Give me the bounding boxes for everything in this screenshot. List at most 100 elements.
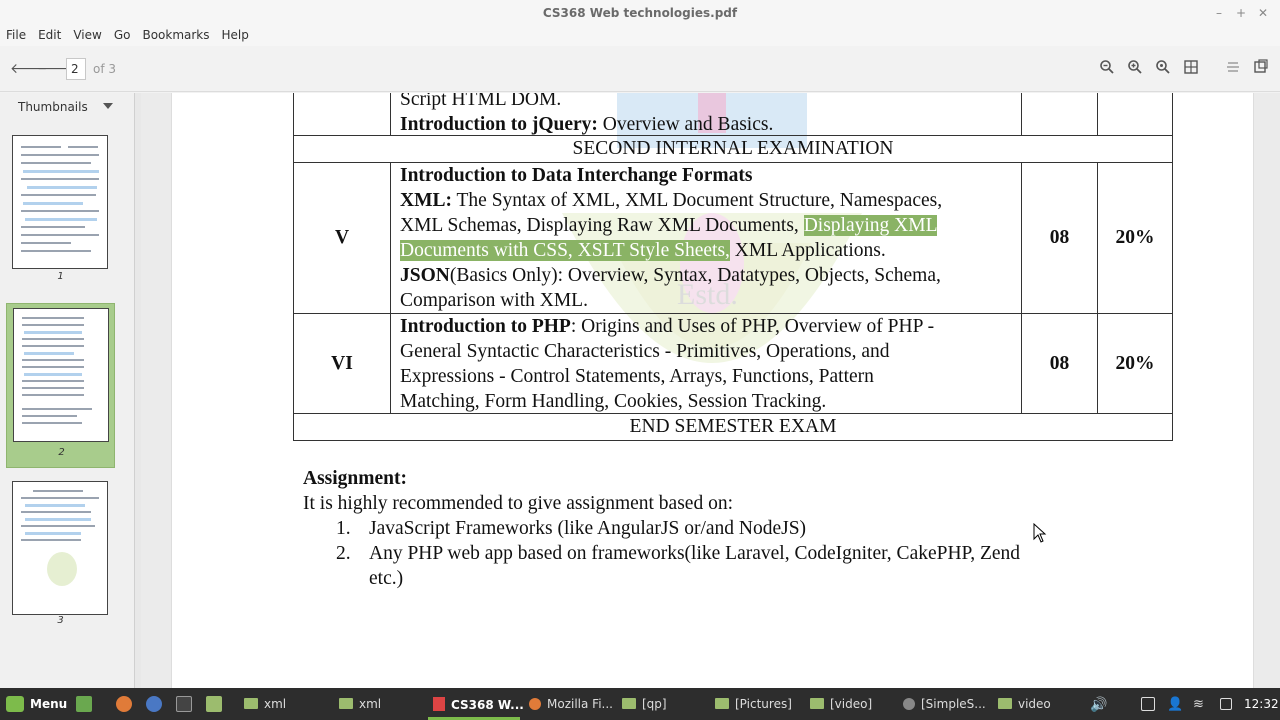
menu-bookmarks[interactable]: Bookmarks — [136, 26, 215, 42]
module-vi-percent: 20% — [1115, 353, 1155, 374]
second-internal-label: SECOND INTERNAL EXAMINATION — [572, 138, 894, 159]
module-v-number: V — [334, 227, 350, 248]
jquery-heading: Introduction to jQuery: — [400, 114, 598, 135]
menu-go[interactable]: Go — [108, 26, 137, 42]
fit-width-icon[interactable] — [1223, 59, 1243, 79]
terminal-icon[interactable] — [176, 696, 192, 712]
folder-icon — [715, 698, 729, 709]
thumbnail-item-1[interactable]: 1 — [6, 130, 115, 290]
minimize-icon[interactable]: – — [1210, 4, 1228, 22]
task-label: CS368 W... — [451, 698, 524, 712]
zoom-in-icon[interactable] — [1125, 59, 1145, 79]
back-arrow-icon[interactable]: 🡐 — [10, 59, 48, 79]
task-label: xml — [264, 697, 287, 711]
zoom-out-icon[interactable] — [1097, 59, 1117, 79]
toolbar: 🡐 🡒 2 of 3 — [0, 46, 1280, 92]
zoom-fit-icon[interactable] — [1153, 59, 1173, 79]
thumbnail-page-1[interactable] — [12, 135, 108, 269]
start-menu-button[interactable]: Menu — [30, 697, 67, 711]
dual-page-icon[interactable] — [1251, 59, 1271, 79]
assignment-item-1: JavaScript Frameworks (like AngularJS or… — [369, 518, 807, 539]
assignment-item-1-num: 1. — [336, 518, 351, 539]
menu-help[interactable]: Help — [216, 26, 255, 42]
jquery-line: Introduction to jQuery: Overview and Bas… — [400, 112, 773, 137]
chevron-down-icon[interactable] — [103, 103, 113, 109]
show-desktop-icon[interactable] — [76, 696, 92, 712]
xml-line-3: Documents with CSS, XSLT Style Sheets, X… — [400, 238, 886, 263]
thumbnail-item-2[interactable]: 2 — [6, 303, 115, 468]
grid-view-icon[interactable] — [1181, 59, 1201, 79]
task-simplescreenrecorder[interactable]: [SimpleS... — [903, 697, 986, 711]
maximize-icon[interactable]: + — [1232, 4, 1250, 22]
thumbnail-page-3[interactable] — [12, 481, 108, 615]
thumbnail-item-3[interactable]: 3 — [6, 476, 115, 636]
chrome-icon[interactable] — [146, 696, 162, 712]
task-video-1[interactable]: [video] — [810, 697, 872, 711]
pdf-page: Estd. Script HTML DOM. Introduction to j… — [171, 93, 1254, 688]
php-line-2: General Syntactic Characteristics - Prim… — [400, 341, 890, 362]
xml-label: XML: — [400, 190, 452, 211]
document-viewer[interactable]: Estd. Script HTML DOM. Introduction to j… — [141, 93, 1280, 688]
folder-icon — [339, 698, 353, 709]
folder-icon — [810, 698, 824, 709]
close-icon[interactable]: ✕ — [1254, 4, 1272, 22]
json-text-1: (Basics Only): Overview, Syntax, Datatyp… — [449, 265, 941, 286]
module-v-hours: 08 — [1049, 227, 1070, 248]
thumbnail-label-2: 2 — [58, 447, 65, 458]
battery-icon[interactable] — [1220, 698, 1232, 710]
mint-logo-icon[interactable] — [6, 696, 24, 712]
end-semester-label: END SEMESTER EXAM — [629, 416, 837, 437]
forward-arrow-icon[interactable]: 🡒 — [37, 59, 75, 79]
firefox-icon — [529, 698, 541, 710]
json-line-2: Comparison with XML. — [400, 290, 588, 311]
task-label: [video] — [830, 697, 873, 711]
mouse-cursor-icon — [1033, 523, 1047, 543]
files-icon[interactable] — [206, 696, 222, 712]
json-label: JSON — [400, 265, 450, 286]
assignment-item-2-num: 2. — [336, 543, 351, 564]
firefox-icon[interactable] — [116, 696, 132, 712]
module-v-heading: Introduction to Data Interchange Formats — [400, 165, 753, 186]
module-vi-hours: 08 — [1049, 353, 1070, 374]
xml-text-2: XML Schemas, Displaying Raw XML Document… — [400, 215, 804, 236]
assignment-item-2-cont: etc.) — [369, 568, 404, 589]
task-qp[interactable]: [qp] — [622, 697, 667, 711]
xml-line-2: XML Schemas, Displaying Raw XML Document… — [400, 213, 938, 238]
task-pictures[interactable]: [Pictures] — [715, 697, 792, 711]
menu-file[interactable]: File — [0, 26, 32, 42]
php-line-3: Expressions - Control Statements, Arrays… — [400, 366, 874, 387]
task-label: [SimpleS... — [921, 697, 986, 711]
sidebar-mode-select[interactable]: Thumbnails — [18, 100, 88, 114]
json-line-1: JSON(Basics Only): Overview, Syntax, Dat… — [400, 263, 941, 288]
folder-icon — [244, 698, 258, 709]
thumbnail-label-3: 3 — [57, 615, 64, 626]
task-xml-1[interactable]: xml — [244, 697, 286, 711]
page-number-input[interactable]: 2 — [66, 58, 86, 80]
menu-view[interactable]: View — [67, 26, 107, 42]
keyboard-icon[interactable] — [1141, 697, 1155, 711]
php-label: Introduction to PHP — [400, 316, 571, 337]
taskbar: Menu xml xml CS368 W... Mozilla Fi... [q… — [0, 688, 1280, 720]
pdf-icon — [433, 697, 445, 711]
task-label: [qp] — [642, 697, 667, 711]
task-video-2[interactable]: video — [998, 697, 1051, 711]
wifi-icon[interactable]: ≋ — [1193, 697, 1204, 712]
task-pdf-viewer[interactable]: CS368 W... — [433, 697, 524, 712]
xml-text-3: XML Applications. — [729, 240, 886, 261]
module-vi-number: VI — [331, 353, 353, 374]
thumbnail-sidebar: Thumbnails 1 2 3 — [0, 93, 135, 688]
task-label: xml — [359, 697, 382, 711]
user-icon[interactable]: 👤 — [1167, 697, 1183, 712]
assignment-item-2: Any PHP web app based on frameworks(like… — [369, 543, 1021, 564]
assignment-heading: Assignment: — [303, 468, 408, 489]
task-label: Mozilla Fi... — [547, 697, 613, 711]
highlighted-text-1: Displaying XML — [803, 215, 938, 236]
clock[interactable]: 12:32 — [1244, 697, 1279, 711]
assignment-intro: It is highly recommended to give assignm… — [303, 493, 733, 514]
volume-icon[interactable]: 🔊 — [1090, 697, 1107, 713]
menu-edit[interactable]: Edit — [32, 26, 67, 42]
task-label: video — [1018, 697, 1051, 711]
task-xml-2[interactable]: xml — [339, 697, 381, 711]
task-firefox[interactable]: Mozilla Fi... — [529, 697, 613, 711]
thumbnail-page-2[interactable] — [13, 308, 109, 442]
